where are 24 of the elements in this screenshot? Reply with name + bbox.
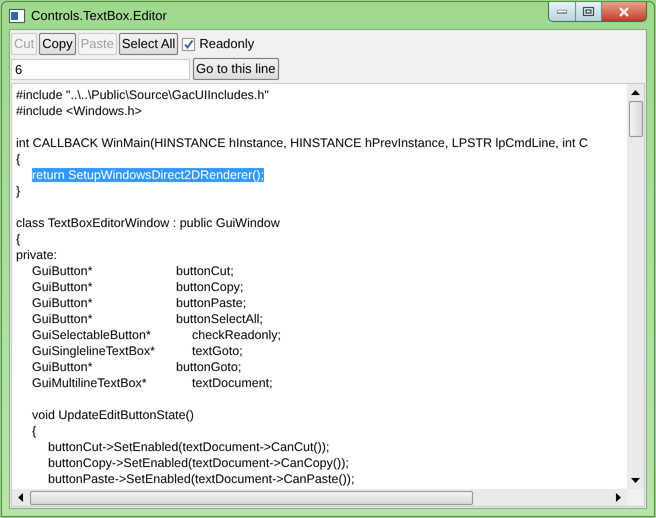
scroll-thumb[interactable] bbox=[30, 490, 473, 504]
readonly-checkbox[interactable] bbox=[182, 38, 196, 50]
scroll-down-icon[interactable] bbox=[631, 478, 640, 483]
go-to-line-button[interactable]: Go to this line bbox=[193, 58, 278, 80]
line-number-field[interactable]: 6 bbox=[11, 58, 190, 80]
minimize-icon bbox=[557, 10, 567, 14]
scroll-up-icon[interactable] bbox=[631, 90, 640, 95]
scroll-right-icon[interactable] bbox=[616, 493, 621, 502]
maximize-button[interactable] bbox=[576, 2, 602, 21]
scrollbar-corner bbox=[627, 489, 644, 506]
scroll-left-icon[interactable] bbox=[18, 493, 23, 502]
scroll-thumb[interactable] bbox=[628, 101, 642, 137]
maximize-icon bbox=[583, 7, 594, 16]
close-button[interactable] bbox=[602, 2, 646, 21]
code-editor[interactable] bbox=[11, 83, 645, 507]
app-icon bbox=[9, 8, 25, 22]
window-title: Controls.TextBox.Editor bbox=[31, 6, 167, 25]
toolbar-button[interactable]: Copy bbox=[39, 33, 76, 55]
minimize-button[interactable] bbox=[549, 2, 576, 21]
toolbar-button[interactable]: Select All bbox=[118, 33, 178, 55]
checkbox-label: Readonly bbox=[199, 35, 254, 54]
close-icon bbox=[618, 6, 630, 16]
vertical-scrollbar[interactable] bbox=[627, 84, 644, 489]
horizontal-scrollbar[interactable] bbox=[12, 489, 627, 506]
